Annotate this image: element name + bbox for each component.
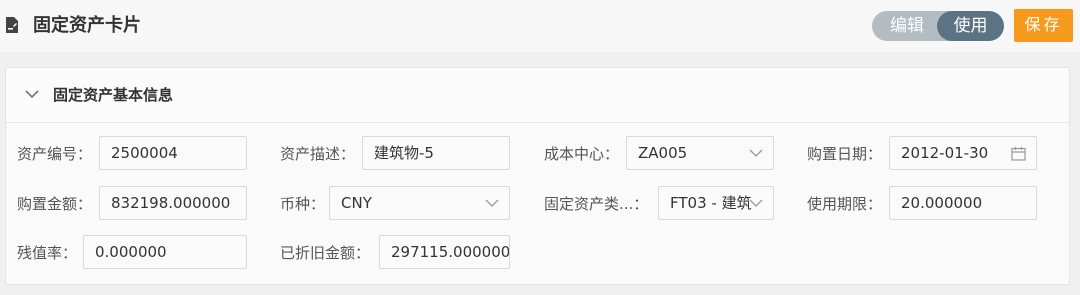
asset-desc-label: 资产描述：	[280, 145, 356, 163]
asset-class-label: 固定资产类...：	[544, 195, 649, 213]
useful-life-label: 使用期限：	[807, 195, 883, 213]
purchase-date-picker[interactable]: 2012-01-30	[889, 136, 1037, 170]
chevron-down-icon[interactable]	[749, 198, 763, 208]
residual-rate-field[interactable]: 0.000000	[83, 235, 247, 269]
chevron-down-icon[interactable]	[749, 148, 763, 158]
currency-select[interactable]: CNY	[329, 186, 510, 220]
cost-center-label: 成本中心：	[544, 145, 620, 163]
asset-no-label: 资产编号：	[17, 145, 93, 163]
section-header[interactable]: 固定资产基本信息	[6, 68, 1069, 123]
asset-no-field[interactable]: 2500004	[99, 136, 247, 170]
purchase-date-value: 2012-01-30	[901, 144, 989, 162]
mode-edit-option[interactable]: 编辑	[872, 11, 938, 41]
asset-desc-value: 建筑物-5	[374, 144, 434, 162]
document-edit-icon	[6, 17, 18, 33]
currency-label: 币种：	[280, 195, 326, 213]
section-title: 固定资产基本信息	[53, 86, 174, 104]
useful-life-value: 20.000000	[901, 194, 983, 212]
asset-no-value: 2500004	[111, 144, 178, 162]
asset-class-value: FT03 - 建筑	[670, 194, 752, 212]
cost-center-value: ZA005	[638, 144, 688, 162]
asset-desc-field[interactable]: 建筑物-5	[362, 136, 510, 170]
accumulated-depreciation-label: 已折旧金额：	[280, 244, 371, 262]
accumulated-depreciation-field[interactable]: 297115.000000	[379, 235, 510, 269]
calendar-icon[interactable]	[1011, 146, 1026, 161]
purchase-amount-label: 购置金额：	[17, 195, 93, 213]
asset-class-select[interactable]: FT03 - 建筑	[658, 186, 774, 220]
residual-rate-value: 0.000000	[95, 243, 167, 261]
chevron-down-icon[interactable]	[25, 89, 39, 99]
save-button[interactable]: 保存	[1014, 9, 1073, 42]
cost-center-select[interactable]: ZA005	[626, 136, 774, 170]
accumulated-depreciation-value: 297115.000000	[391, 243, 510, 261]
residual-rate-label: 残值率：	[17, 244, 78, 262]
page-title: 固定资产卡片	[33, 15, 141, 36]
useful-life-field[interactable]: 20.000000	[889, 186, 1037, 220]
purchase-amount-field[interactable]: 832198.000000	[99, 186, 247, 220]
mode-use-option[interactable]: 使用	[937, 11, 1004, 41]
currency-value: CNY	[341, 194, 372, 212]
chevron-down-icon[interactable]	[485, 198, 499, 208]
purchase-date-label: 购置日期：	[807, 145, 883, 163]
purchase-amount-value: 832198.000000	[111, 194, 231, 212]
top-bar: 固定资产卡片 编辑 使用 保存	[0, 0, 1080, 52]
mode-toggle[interactable]: 编辑 使用	[872, 11, 1004, 41]
